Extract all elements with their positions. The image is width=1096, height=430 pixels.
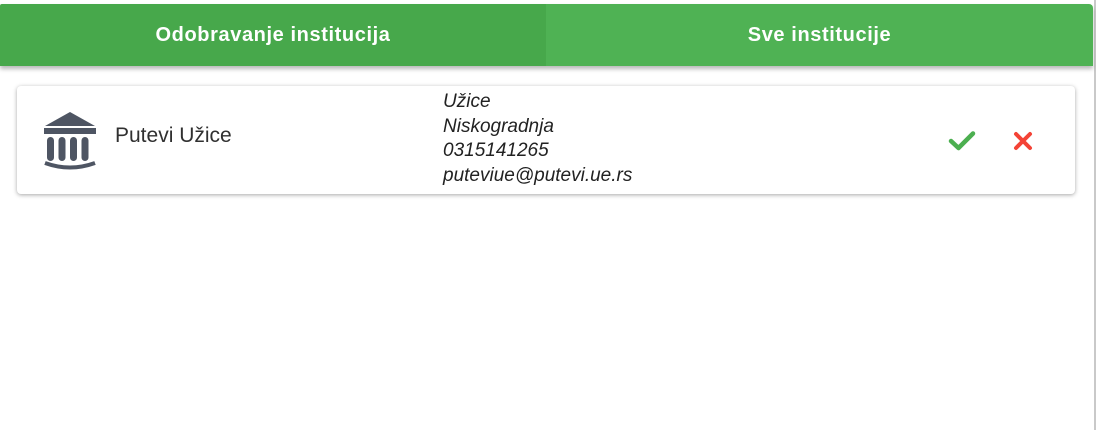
reject-button[interactable] (1008, 126, 1038, 156)
institution-icon (44, 112, 96, 170)
tab-bar: Odobravanje institucija Sve institucije (0, 4, 1093, 66)
institution-phone: 0315141265 (443, 140, 549, 161)
institution-details: Užice Niskogradnja 0315141265 puteviue@p… (443, 90, 632, 188)
tab-label: Odobravanje institucija (155, 23, 391, 46)
tab-all-institutions[interactable]: Sve institucije (546, 4, 1093, 66)
page-frame: Odobravanje institucija Sve institucije … (0, 0, 1096, 430)
institution-category: Niskogradnja (443, 115, 554, 137)
institution-city: Užice (443, 91, 491, 112)
tab-label: Sve institucije (747, 23, 892, 46)
approve-button[interactable] (947, 126, 977, 156)
check-icon (948, 131, 976, 151)
institution-card: Putevi Užice Užice Niskogradnja 03151412… (17, 86, 1075, 194)
institution-name: Putevi Užice (115, 124, 232, 147)
tab-institution-approval[interactable]: Odobravanje institucija (0, 4, 546, 66)
close-icon (1014, 132, 1032, 150)
institution-email: puteviue@putevi.ue.rs (443, 164, 633, 186)
